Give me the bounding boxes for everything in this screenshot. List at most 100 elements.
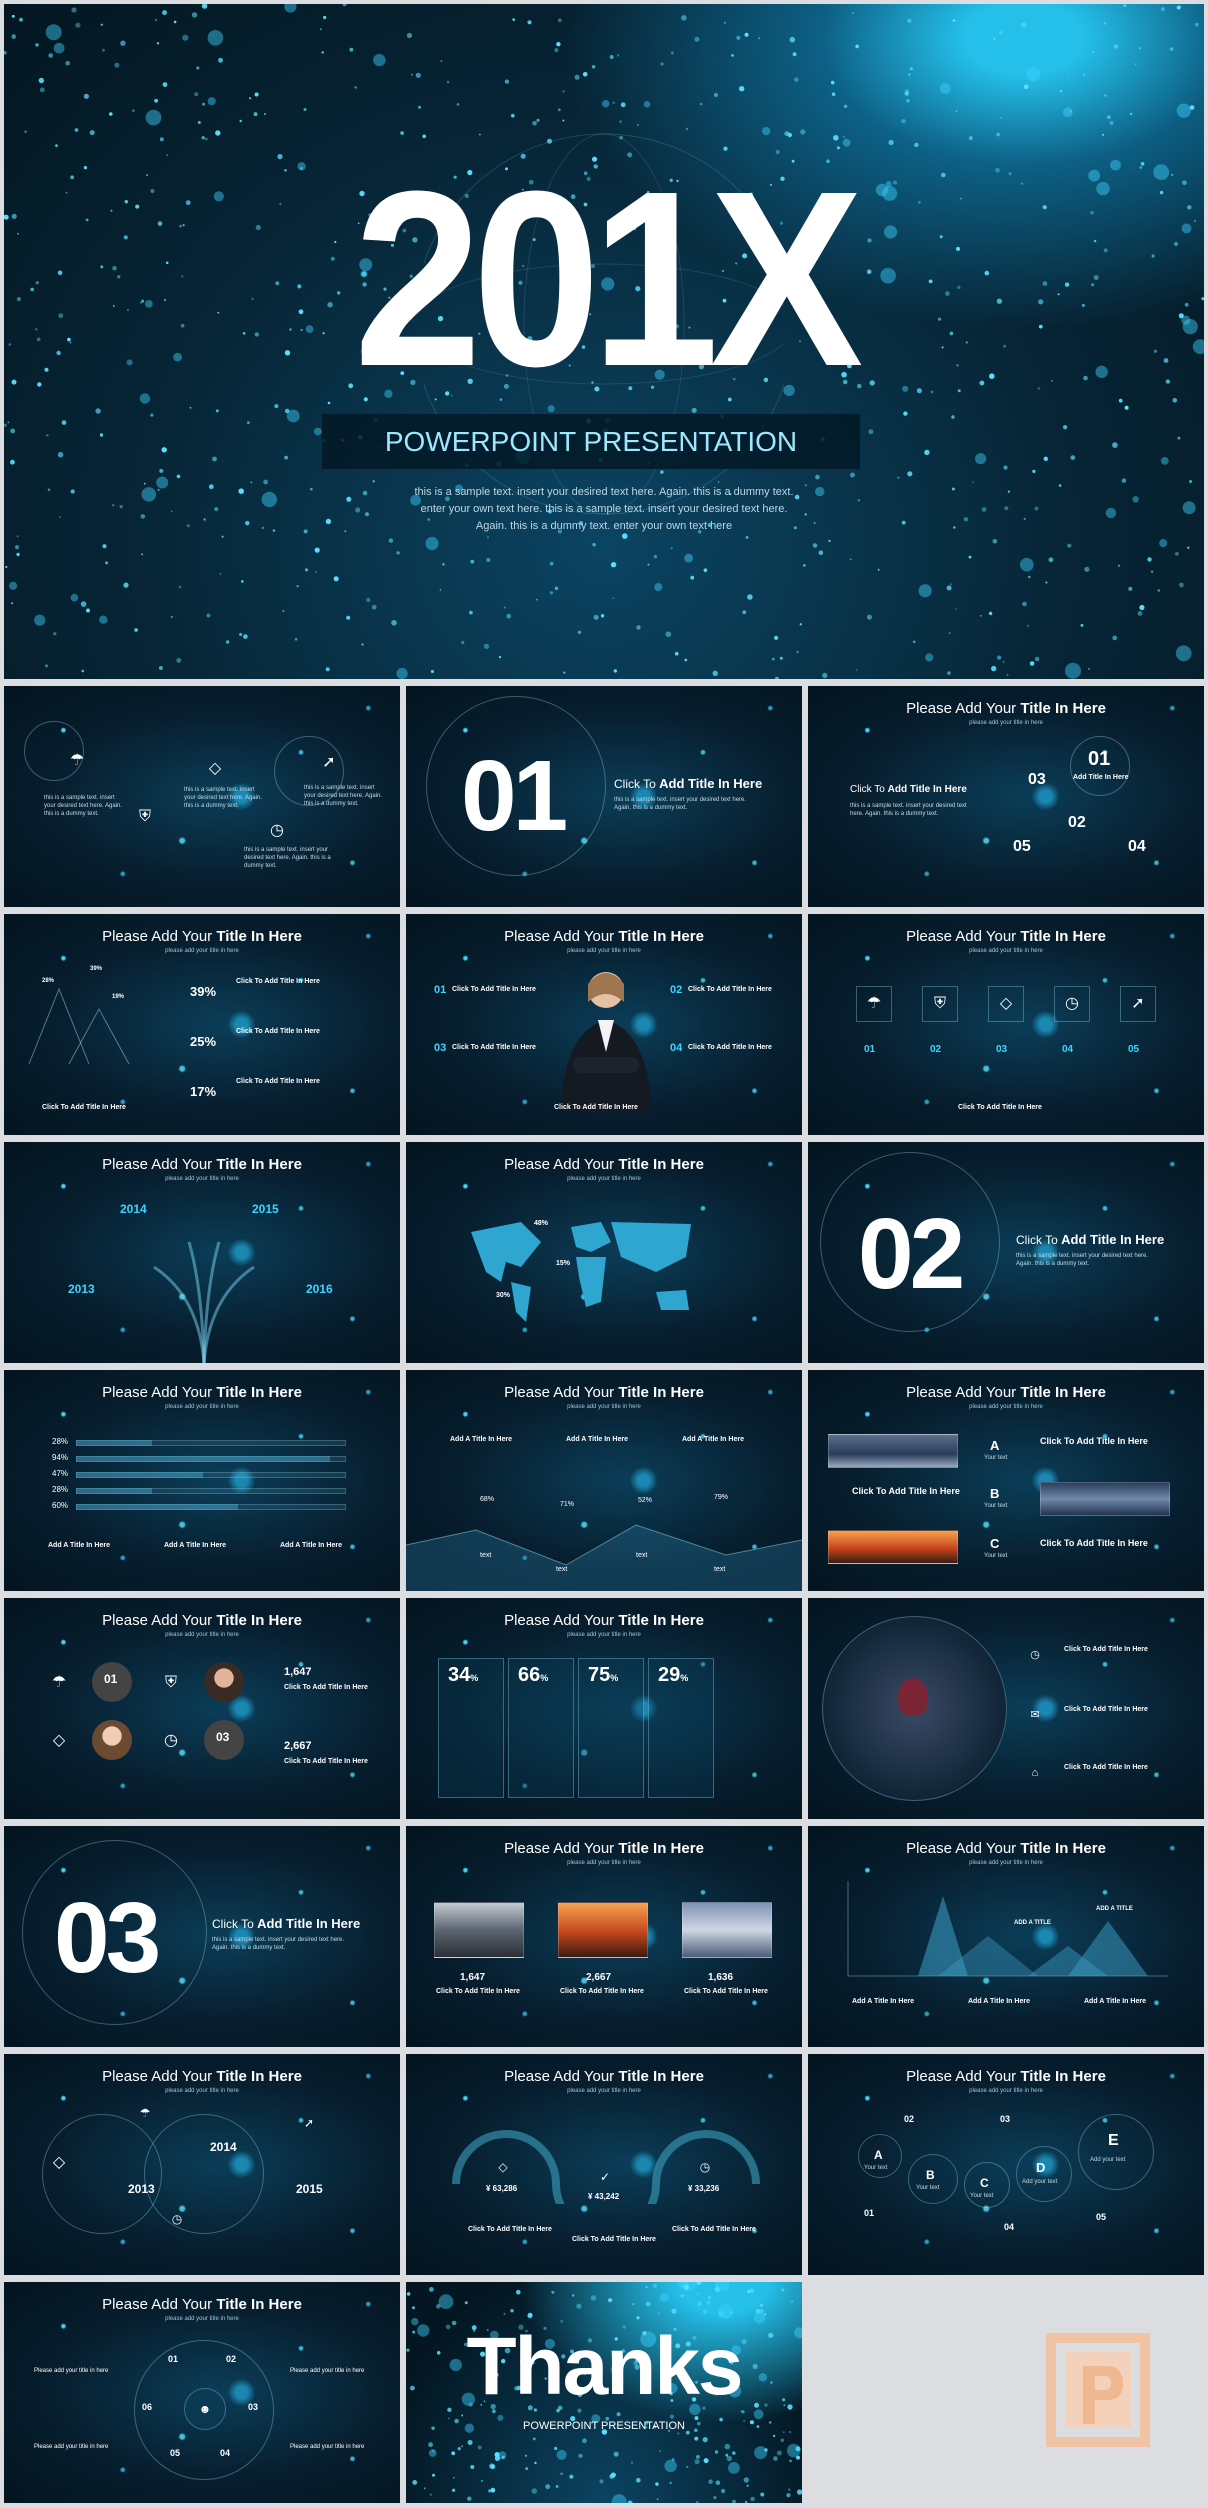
slide-thumbnail-15[interactable]: ◷ ✉ ⌂ Click To Add Title In Here Click T… xyxy=(808,1598,1204,1819)
particle xyxy=(1028,575,1031,579)
particle xyxy=(731,54,734,57)
bar-fill xyxy=(76,1456,330,1462)
item-label: Click To Add Title In Here xyxy=(236,978,320,985)
particle xyxy=(428,2442,433,2448)
particle xyxy=(1088,667,1090,670)
particle xyxy=(1201,297,1204,301)
particle xyxy=(788,2488,791,2491)
cover-slide[interactable]: 201X POWERPOINT PRESENTATION this is a s… xyxy=(4,4,1204,679)
slide-thumbnail-7[interactable]: Please Add Your Title In Here please add… xyxy=(4,1142,400,1363)
slide-thumbnail-14[interactable]: Please Add Your Title In Here please add… xyxy=(406,1598,802,1819)
slide-subtitle: please add your title in here xyxy=(969,948,1043,954)
bar-fill xyxy=(76,1488,152,1494)
slide-thumbnail-6[interactable]: Please Add Your Title In Here please add… xyxy=(808,914,1204,1135)
slide-subtitle: please add your title in here xyxy=(165,2088,239,2094)
particle xyxy=(1029,661,1035,666)
item-number: 02 xyxy=(226,2354,237,2364)
particle xyxy=(703,2458,709,2464)
particle xyxy=(527,2313,533,2319)
diamond-icon: ◇ xyxy=(52,2154,66,2171)
trend-icon: ➚ xyxy=(303,2116,315,2130)
particle xyxy=(1173,241,1179,246)
diamond-icon: ◇ xyxy=(999,995,1013,1012)
item-number: 05 xyxy=(1128,1044,1140,1055)
slide-subtitle: please add your title in here xyxy=(567,1632,641,1638)
icon-frame: ◷ xyxy=(1054,986,1090,1022)
slide-thumbnail-22[interactable]: Please Add Your Title In Here please add… xyxy=(4,2282,400,2503)
particle xyxy=(1147,557,1152,562)
slide-thumbnail-18[interactable]: Please Add Your Title In Here please add… xyxy=(808,1826,1204,2047)
slide-subtitle: please add your title in here xyxy=(165,1632,239,1638)
particle xyxy=(4,423,7,427)
particle xyxy=(1176,5,1181,10)
particle xyxy=(319,28,322,31)
slide-thumbnail-19[interactable]: Please Add Your Title In Here please add… xyxy=(4,2054,400,2275)
particle xyxy=(776,2450,782,2456)
item-letter: A xyxy=(990,1438,1000,1453)
particle xyxy=(196,66,200,70)
slide-thumbnail-12[interactable]: Please Add Your Title In Here please add… xyxy=(808,1370,1204,1591)
particle xyxy=(632,2303,635,2306)
icon-frame: ⛨ xyxy=(922,986,958,1022)
body-text: this is a sample text. insert your desir… xyxy=(212,1937,345,1951)
particle xyxy=(145,109,162,126)
item-label: Click To Add Title In Here xyxy=(1064,1706,1148,1713)
slide-thumbnail-1[interactable]: ☂ ◇ ⛨ ◷ ➚ this is a sample text. insert … xyxy=(4,686,400,907)
particle xyxy=(11,14,15,18)
slide-thumbnail-21[interactable]: Please Add Your Title In Here please add… xyxy=(808,2054,1204,2275)
slide-thumbnail-5[interactable]: Please Add Your Title In Here please add… xyxy=(406,914,802,1135)
particle xyxy=(613,2451,619,2457)
slide-thumbnail-17[interactable]: Please Add Your Title In Here please add… xyxy=(406,1826,802,2047)
particle xyxy=(272,529,276,532)
slide-thumbnail-4[interactable]: Please Add Your Title In Here please add… xyxy=(4,914,400,1135)
particle xyxy=(576,2303,582,2309)
slide-thumbnail-20[interactable]: Please Add Your Title In Here please add… xyxy=(406,2054,802,2275)
particle xyxy=(346,496,352,502)
particle xyxy=(1063,425,1068,430)
slide-thumbnail-3[interactable]: Please Add Your Title In Here please add… xyxy=(808,686,1204,907)
particle xyxy=(406,2292,411,2296)
particle xyxy=(506,613,512,619)
particle xyxy=(201,4,208,9)
particle xyxy=(527,20,532,25)
umbrella-icon: ☂ xyxy=(69,752,85,769)
slide-thumbnail-8[interactable]: Please Add Your Title In Here please add… xyxy=(406,1142,802,1363)
section-number: 03 xyxy=(54,1882,161,1994)
item-number: 02 xyxy=(1068,814,1086,831)
particle xyxy=(755,2308,761,2314)
particle xyxy=(953,526,956,529)
slide-thumbnail-10[interactable]: Please Add Your Title In Here please add… xyxy=(4,1370,400,1591)
particle xyxy=(554,48,559,53)
icon-frame: ◇ xyxy=(988,986,1024,1022)
particle xyxy=(34,614,46,626)
particle xyxy=(464,2301,468,2305)
item-number: 03 xyxy=(248,2402,259,2412)
particle xyxy=(669,2414,675,2419)
particle xyxy=(796,2455,800,2460)
item-letter: C xyxy=(980,2176,989,2190)
slide-title: Please Add Your Title In Here xyxy=(102,2068,302,2085)
particle xyxy=(197,121,201,124)
particle xyxy=(525,2467,529,2471)
item-number: 04 xyxy=(220,2448,231,2458)
slide-thumbnail-13[interactable]: Please Add Your Title In Here please add… xyxy=(4,1598,400,1819)
particle xyxy=(545,2484,551,2490)
particle xyxy=(460,2445,464,2448)
particle xyxy=(653,2283,657,2288)
slide-thumbnail-2[interactable]: 01 Click To Add Title In Here this is a … xyxy=(406,686,802,907)
slide-thumbnail-16[interactable]: 03 Click To Add Title In Here this is a … xyxy=(4,1826,400,2047)
slide-thumbnail-9[interactable]: 02 Click To Add Title In Here this is a … xyxy=(808,1142,1204,1363)
particle xyxy=(948,632,951,634)
icon-frame: ☂ xyxy=(856,986,892,1022)
triangle-value: 39% xyxy=(90,966,103,972)
slide-thumbnail-11[interactable]: Please Add Your Title In Here please add… xyxy=(406,1370,802,1591)
particle xyxy=(243,634,248,639)
particle xyxy=(569,2474,574,2479)
particle xyxy=(8,343,12,346)
slide-thumbnail-23[interactable]: Thanks POWERPOINT PRESENTATION xyxy=(406,2282,802,2503)
particle xyxy=(346,615,351,620)
particle xyxy=(907,471,913,477)
particle xyxy=(654,583,663,592)
particle xyxy=(264,112,266,115)
particle xyxy=(696,2292,699,2295)
